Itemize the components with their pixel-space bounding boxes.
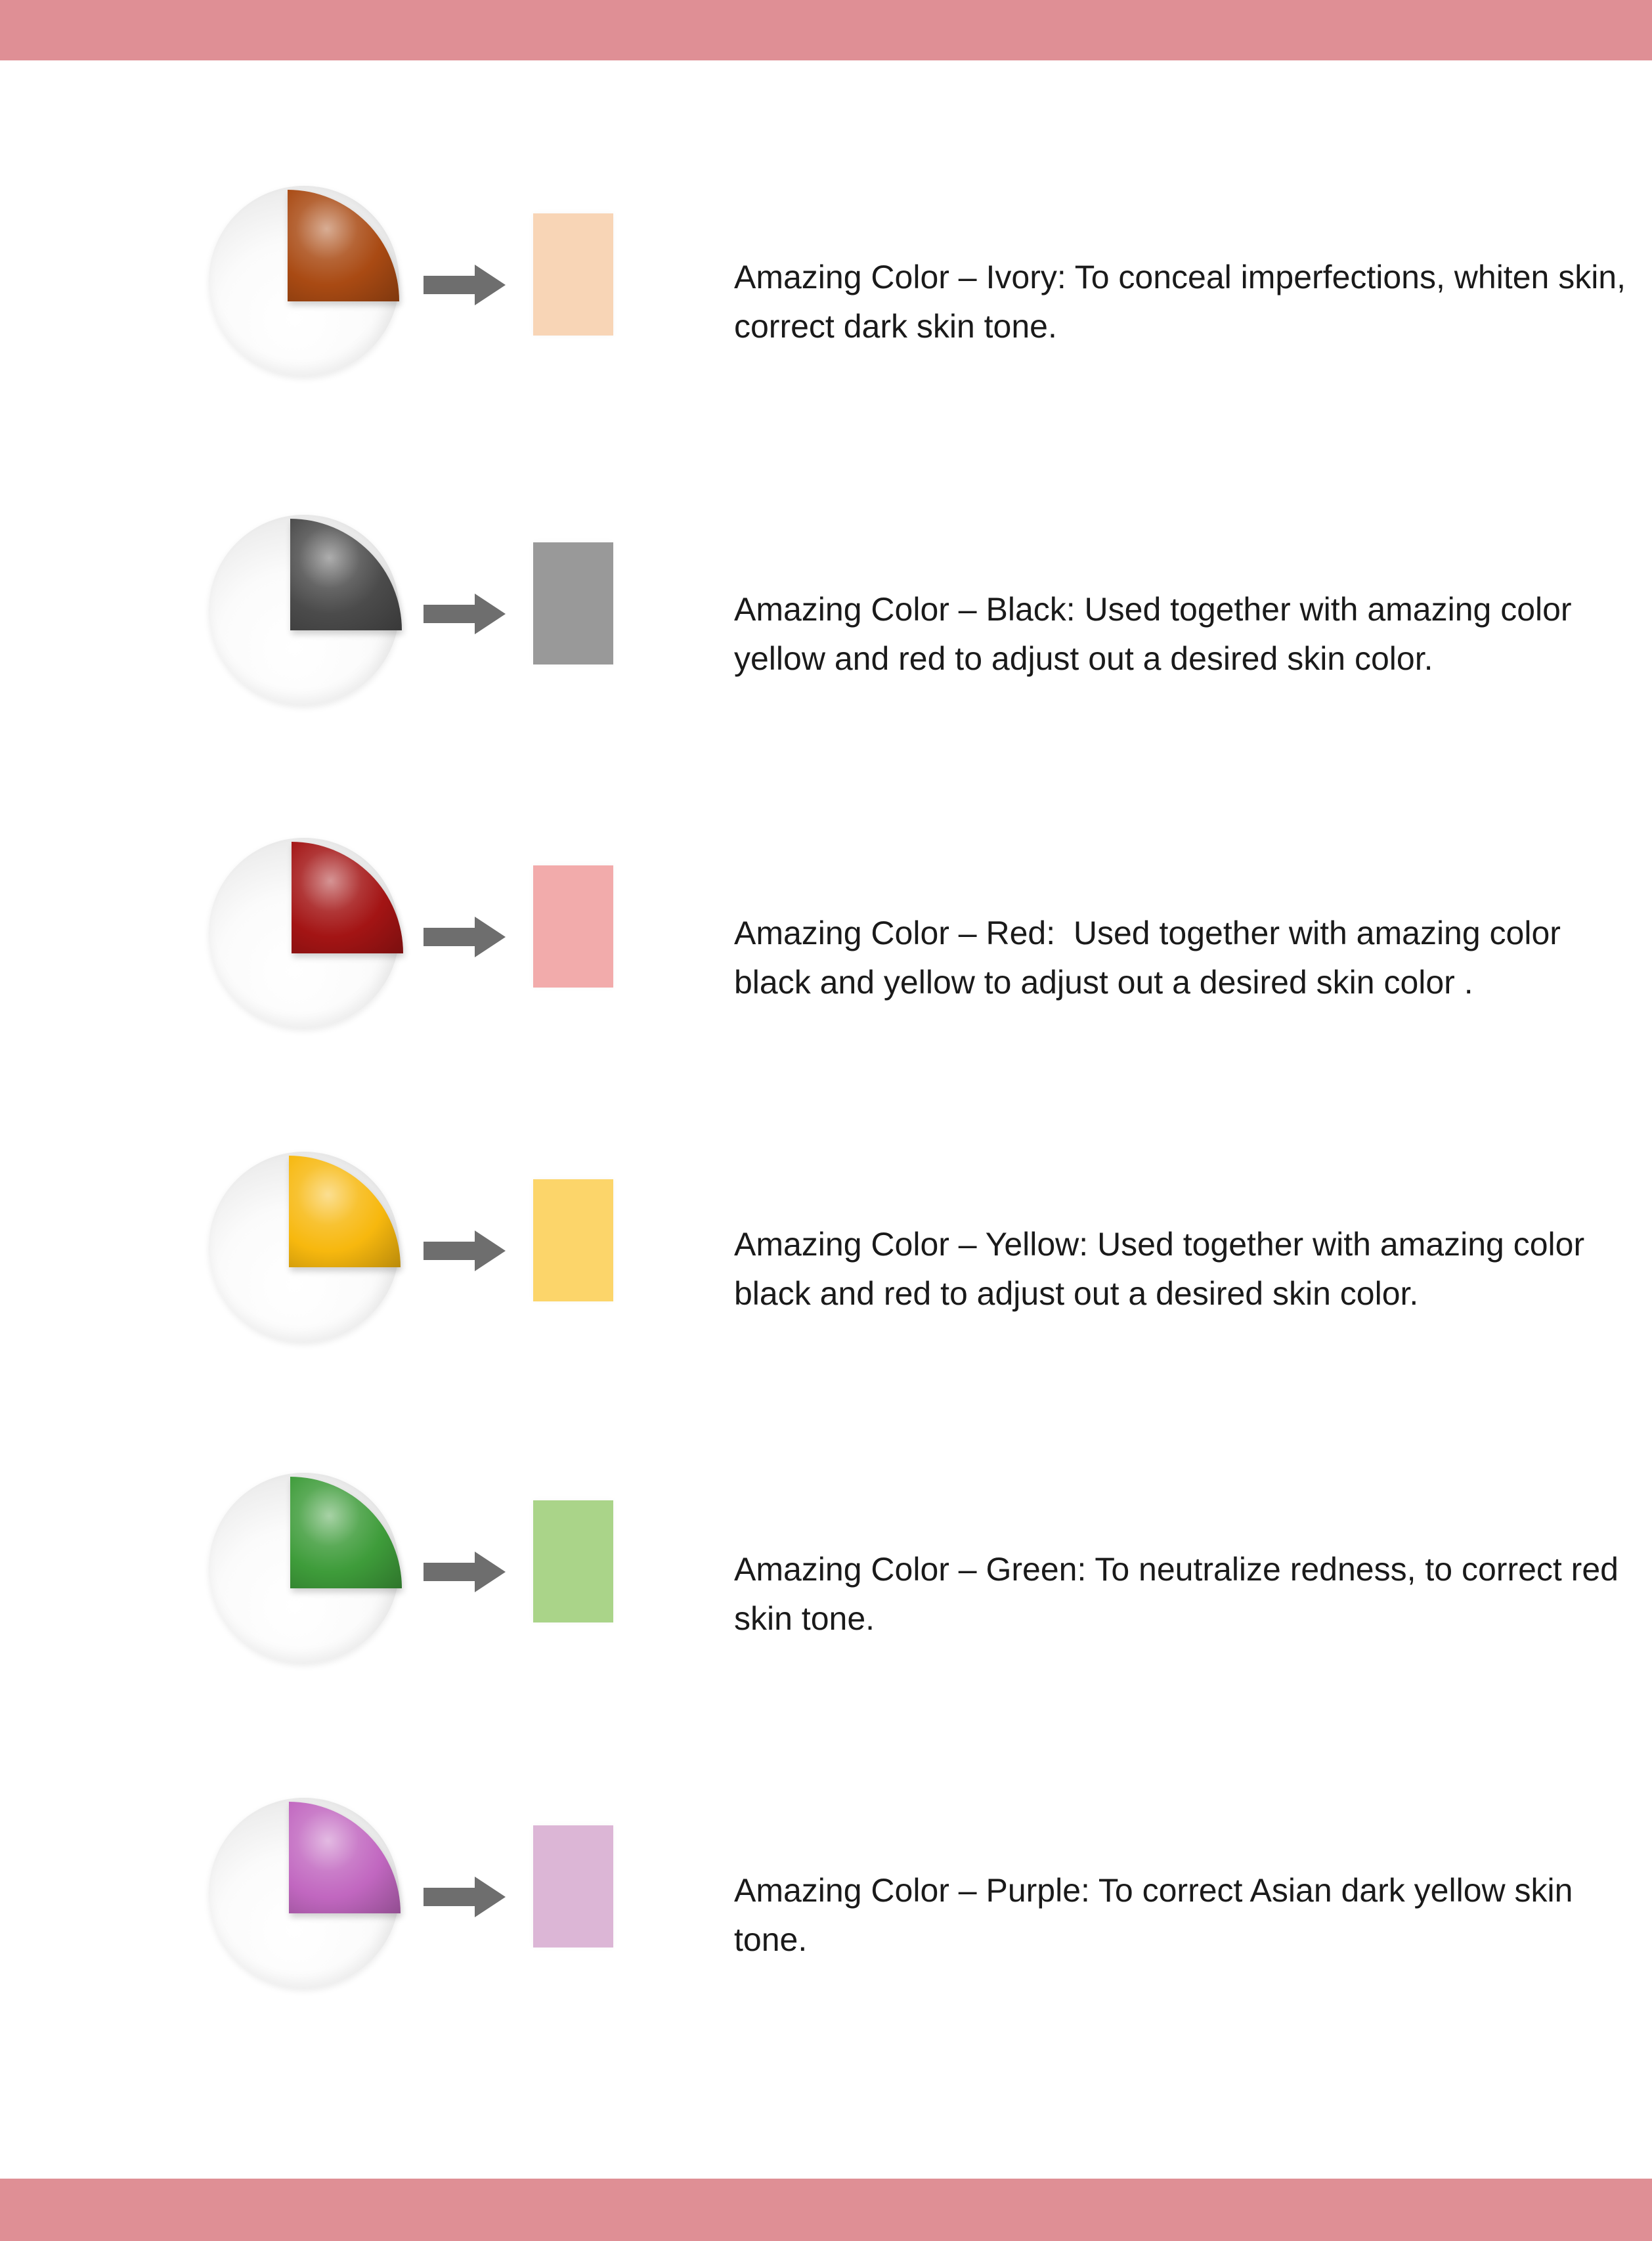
right-arrow-icon — [424, 917, 506, 957]
pigment-wedge — [288, 190, 399, 301]
red-pigment-sphere-icon — [197, 833, 613, 1043]
arrow-shape — [424, 1552, 506, 1592]
green-pigment-sphere-icon — [197, 1468, 613, 1678]
result-color-swatch — [533, 213, 613, 336]
color-row-purple: Amazing Color – Purple: To correct Asian… — [0, 1793, 1652, 2003]
right-arrow-icon — [424, 1230, 506, 1271]
color-row-ivory: Amazing Color – Ivory: To conceal imperf… — [0, 181, 1652, 391]
wedge-highlight — [288, 190, 399, 301]
wedge-highlight — [289, 1802, 401, 1913]
ivory-pigment-sphere-icon — [197, 181, 613, 391]
color-description: Amazing Color – Green: To neutralize red… — [734, 1551, 1628, 1637]
bottom-decorative-band — [0, 2179, 1652, 2241]
result-color-swatch — [533, 542, 613, 664]
right-arrow-icon — [424, 265, 506, 305]
black-pigment-sphere-icon — [197, 510, 613, 720]
color-row-yellow: Amazing Color – Yellow: Used together wi… — [0, 1146, 1652, 1357]
purple-pigment-sphere-icon — [197, 1793, 613, 2003]
arrow-shape — [424, 1230, 506, 1271]
pigment-wedge — [289, 1802, 401, 1913]
color-row-black: Amazing Color – Black: Used together wit… — [0, 510, 1652, 720]
color-description: Amazing Color – Ivory: To conceal imperf… — [734, 259, 1635, 345]
arrow-shape — [424, 594, 506, 634]
wedge-highlight — [289, 1156, 401, 1267]
pigment-wedge — [292, 842, 403, 953]
wedge-highlight — [290, 1477, 402, 1588]
arrow-shape — [424, 1877, 506, 1917]
color-description: Amazing Color – Black: Used together wit… — [734, 591, 1581, 677]
result-color-swatch — [533, 1825, 613, 1947]
arrow-shape — [424, 917, 506, 957]
arrow-shape — [424, 265, 506, 305]
wedge-highlight — [290, 519, 402, 630]
wedge-highlight — [292, 842, 403, 953]
color-description: Amazing Color – Red: Used together with … — [734, 915, 1570, 1001]
result-color-swatch — [533, 1500, 613, 1622]
pigment-wedge — [289, 1156, 401, 1267]
color-row-green: Amazing Color – Green: To neutralize red… — [0, 1468, 1652, 1678]
result-color-swatch — [533, 1179, 613, 1301]
top-decorative-band — [0, 0, 1652, 60]
pigment-wedge — [290, 519, 402, 630]
color-description: Amazing Color – Purple: To correct Asian… — [734, 1872, 1582, 1958]
pigment-wedge — [290, 1477, 402, 1588]
yellow-pigment-sphere-icon — [197, 1146, 613, 1357]
color-row-red: Amazing Color – Red: Used together with … — [0, 833, 1652, 1043]
right-arrow-icon — [424, 1877, 506, 1917]
result-color-swatch — [533, 865, 613, 988]
color-description: Amazing Color – Yellow: Used together wi… — [734, 1226, 1594, 1312]
right-arrow-icon — [424, 1552, 506, 1592]
right-arrow-icon — [424, 594, 506, 634]
